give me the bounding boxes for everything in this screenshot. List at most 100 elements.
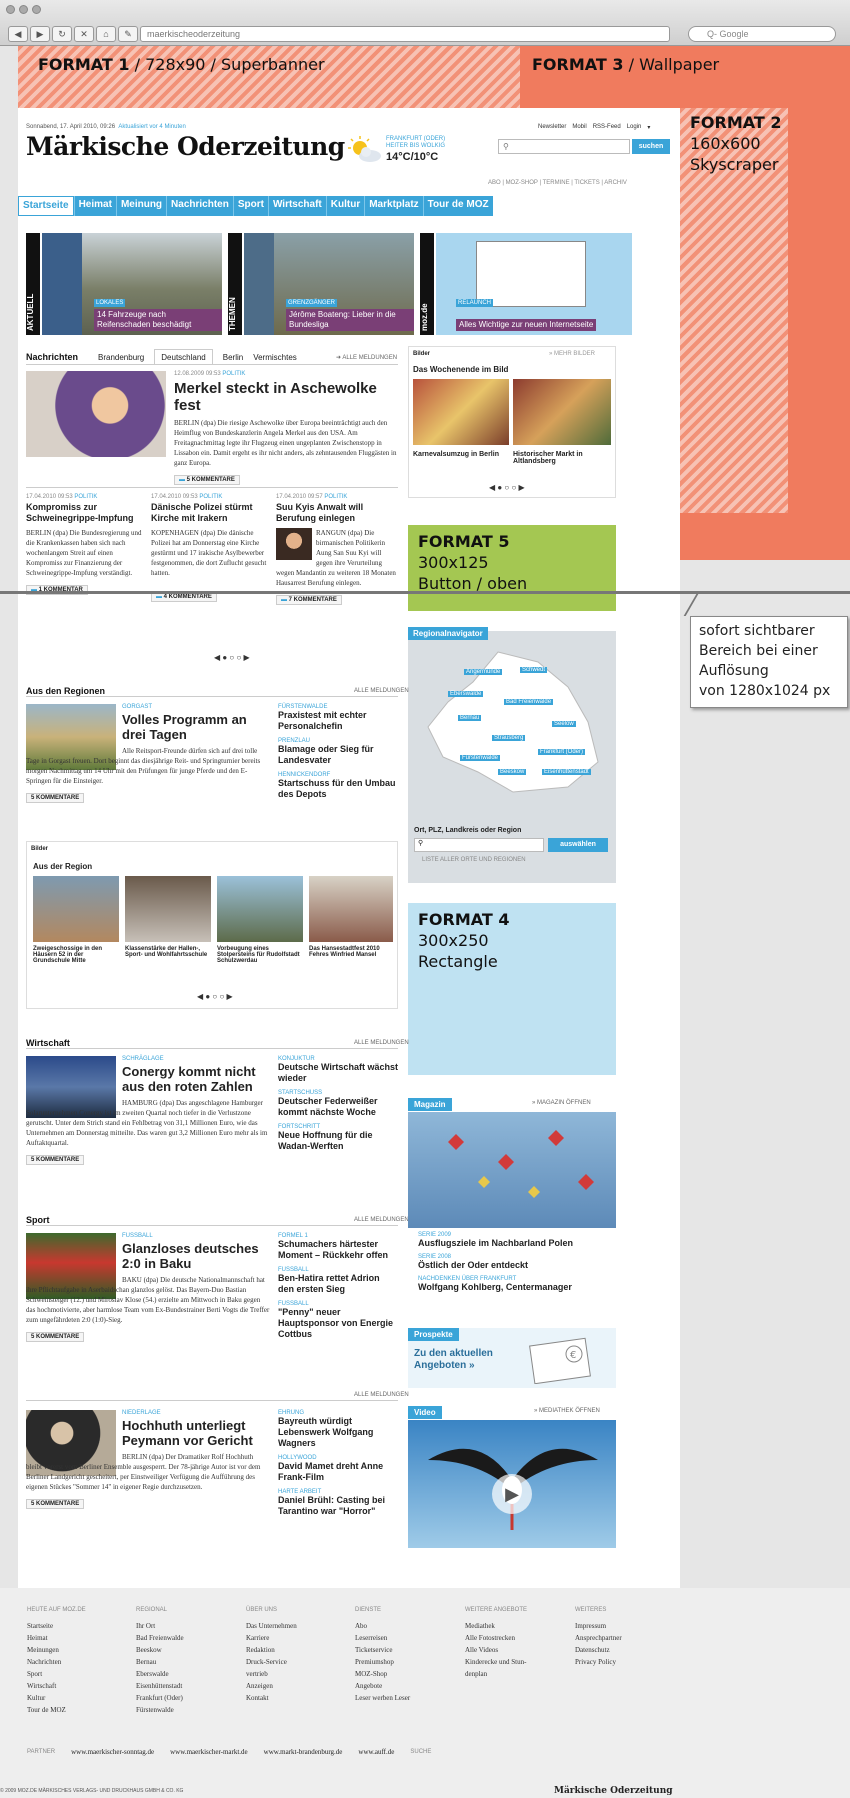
- footer-link[interactable]: Meinungen: [27, 1644, 86, 1656]
- footer-link[interactable]: Leser werben Leser: [355, 1692, 410, 1704]
- chevron-down-icon[interactable]: ▾: [647, 124, 650, 131]
- tab-brandenburg[interactable]: Brandenburg: [98, 353, 144, 362]
- login-link[interactable]: Login: [627, 124, 642, 131]
- site-logo[interactable]: Märkische Oderzeitung: [26, 132, 345, 161]
- region-search-input[interactable]: ⚲: [414, 838, 544, 852]
- news-item-title[interactable]: Kompromiss zur Schweinegrippe-Impfung: [26, 502, 144, 524]
- teaser-lokales[interactable]: LOKALES 14 Fahrzeuge nach Reifenschaden …: [82, 233, 222, 335]
- wirtschaft-headline[interactable]: Conergy kommt nicht aus den roten Zahlen: [122, 1064, 270, 1094]
- side-headline[interactable]: Bayreuth würdigt Lebenswerk Wolfgang Wag…: [278, 1416, 398, 1449]
- teaser-relaunch[interactable]: RELAUNCH Alles Wichtige zur neuen Intern…: [436, 233, 632, 335]
- partner-link[interactable]: www.maerkischer-sonntag.de: [71, 1748, 154, 1756]
- nav-wirtschaft[interactable]: Wirtschaft: [267, 196, 326, 216]
- side-headline[interactable]: Praxistest mit echter Personalchefin: [278, 710, 398, 732]
- video-player[interactable]: ▶: [408, 1420, 616, 1548]
- market-photo[interactable]: [513, 379, 611, 445]
- footer-link[interactable]: Abo: [355, 1620, 410, 1632]
- search-button[interactable]: suchen: [632, 139, 670, 154]
- news-item-title[interactable]: Dänische Polizei stürmt Kirche mit Irake…: [151, 502, 269, 524]
- kultur-headline[interactable]: Hochhuth unterliegt Peymann vor Gericht: [122, 1418, 270, 1448]
- search-input[interactable]: ⚲: [498, 139, 630, 154]
- tab-deutschland[interactable]: Deutschland: [154, 349, 213, 365]
- gallery-photo-caption[interactable]: Klassenstärke der Hallen-, Sport- und Wo…: [125, 946, 211, 958]
- footer-link[interactable]: vertrieb: [246, 1668, 297, 1680]
- footer-link[interactable]: Premiumshop: [355, 1656, 410, 1668]
- gallery-photo-caption[interactable]: Zweigeschossige in den Häusern 52 in der…: [33, 946, 119, 964]
- footer-link[interactable]: Kinderecke und Stun-: [465, 1656, 527, 1668]
- nav-heimat[interactable]: Heimat: [73, 196, 116, 216]
- footer-link[interactable]: Impressum: [575, 1620, 622, 1632]
- footer-link[interactable]: Frankfurt (Oder): [136, 1692, 184, 1704]
- comments-button[interactable]: ▬ 5 KOMMENTARE: [174, 475, 240, 485]
- map-place-label[interactable]: Seelow: [552, 721, 576, 727]
- magazin-item[interactable]: Ausflugsziele im Nachbarland Polen: [418, 1238, 614, 1249]
- footer-link[interactable]: MOZ-Shop: [355, 1668, 410, 1680]
- footer-link[interactable]: Tour de MOZ: [27, 1704, 86, 1716]
- footer-link[interactable]: Ihr Ort: [136, 1620, 184, 1632]
- gallery-photo[interactable]: [217, 876, 303, 942]
- address-bar[interactable]: maerkischeoderzeitung: [140, 26, 670, 42]
- footer-link[interactable]: Nachrichten: [27, 1656, 86, 1668]
- footer-link[interactable]: Angebote: [355, 1680, 410, 1692]
- browser-search-field[interactable]: Q- Google: [688, 26, 836, 42]
- alle-meldungen-link[interactable]: ➜ ALLE MELDUNGEN: [336, 354, 397, 361]
- side-headline[interactable]: Schumachers härtester Moment – Rückkehr …: [278, 1239, 398, 1261]
- teaser-grenzgaenger[interactable]: GRENZGÄNGER Jérôme Boateng: Lieber in di…: [274, 233, 414, 335]
- comments-button[interactable]: 5 KOMMENTARE: [26, 1332, 85, 1342]
- footer-link[interactable]: Fürstenwalde: [136, 1704, 184, 1716]
- side-headline[interactable]: David Mamet dreht Anne Frank-Film: [278, 1461, 398, 1483]
- merkel-photo[interactable]: [26, 371, 166, 457]
- comments-button[interactable]: ▬ 7 KOMMENTARE: [276, 595, 342, 605]
- footer-link[interactable]: Datenschutz: [575, 1644, 622, 1656]
- bilder-caption-2[interactable]: Historischer Markt in Altlandsberg: [513, 451, 607, 465]
- back-icon[interactable]: ◀: [8, 26, 28, 42]
- footer-link[interactable]: Karriere: [246, 1632, 297, 1644]
- gallery-photo[interactable]: [309, 876, 393, 942]
- side-headline[interactable]: Daniel Brühl: Casting bei Tarantino war …: [278, 1495, 398, 1517]
- footer-suche[interactable]: SUCHE: [410, 1749, 431, 1755]
- footer-link[interactable]: Beeskow: [136, 1644, 184, 1656]
- partner-link[interactable]: www.auff.de: [358, 1748, 394, 1756]
- bookmark-icon[interactable]: ✎: [118, 26, 138, 42]
- carnival-photo[interactable]: [413, 379, 509, 445]
- side-headline[interactable]: Neue Hoffnung für die Wadan-Werften: [278, 1130, 398, 1152]
- side-headline[interactable]: Startschuss für den Umbau des Depots: [278, 778, 398, 800]
- sport-headline[interactable]: Glanzloses deutsches 2:0 in Baku: [122, 1241, 270, 1271]
- footer-link[interactable]: Alle Fotostrecken: [465, 1632, 527, 1644]
- window-controls[interactable]: [6, 5, 41, 14]
- auswaehlen-button[interactable]: auswählen: [548, 838, 608, 852]
- footer-link[interactable]: Anzeigen: [246, 1680, 297, 1692]
- tab-themen[interactable]: THEMEN: [228, 233, 242, 335]
- kites-photo[interactable]: [408, 1112, 616, 1228]
- footer-link[interactable]: Privacy Policy: [575, 1656, 622, 1668]
- tab-vermischtes[interactable]: Vermischtes: [253, 353, 297, 362]
- comments-button[interactable]: 5 KOMMENTARE: [26, 1499, 85, 1509]
- forward-icon[interactable]: ▶: [30, 26, 50, 42]
- footer-link[interactable]: Druck-Service: [246, 1656, 297, 1668]
- map-place-label[interactable]: Schwedt: [520, 667, 548, 673]
- suu-kyi-photo[interactable]: [276, 528, 312, 560]
- tab-aktuell[interactable]: AKTUELL: [26, 233, 40, 335]
- map-place-label[interactable]: Bad Freienwalde: [504, 699, 554, 705]
- pagination-dots[interactable]: ◀ ● ○ ○ ▶: [214, 653, 250, 662]
- reload-icon[interactable]: ↻: [52, 26, 72, 42]
- footer-link[interactable]: Bad Freienwalde: [136, 1632, 184, 1644]
- tab-moz-de[interactable]: moz.de: [420, 233, 434, 335]
- side-headline[interactable]: Blamage oder Sieg für Landesvater: [278, 744, 398, 766]
- nav-tour-de-moz[interactable]: Tour de MOZ: [422, 196, 493, 216]
- footer-link[interactable]: Wirtschaft: [27, 1680, 86, 1692]
- map-place-label[interactable]: Eisenhüttenstadt: [542, 769, 591, 775]
- footer-link[interactable]: Bernau: [136, 1656, 184, 1668]
- map-place-label[interactable]: Angermünde: [464, 669, 503, 675]
- magazin-item[interactable]: Östlich der Oder entdeckt: [418, 1260, 614, 1271]
- map-place-label[interactable]: Beeskow: [498, 769, 527, 775]
- close-window-icon[interactable]: [6, 5, 15, 14]
- partner-link[interactable]: www.markt-brandenburg.de: [264, 1748, 343, 1756]
- footer-link[interactable]: Startseite: [27, 1620, 86, 1632]
- footer-link[interactable]: Ticketservice: [355, 1644, 410, 1656]
- prospekte-widget[interactable]: Prospekte Zu den aktuellen Angeboten » €: [408, 1328, 616, 1388]
- regionen-headline[interactable]: Volles Programm an drei Tagen: [122, 712, 270, 742]
- mediathek-link[interactable]: » MEDIATHEK ÖFFNEN: [534, 1408, 600, 1414]
- nav-nachrichten[interactable]: Nachrichten: [166, 196, 233, 216]
- footer-link[interactable]: Mediathek: [465, 1620, 527, 1632]
